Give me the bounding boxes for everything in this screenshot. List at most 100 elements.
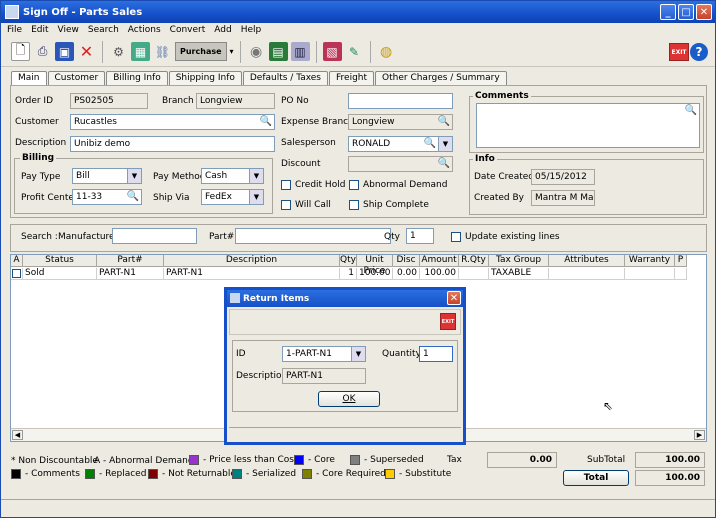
delete-icon[interactable]: ✕ — [77, 42, 96, 61]
tax-value: 0.00 — [529, 455, 552, 465]
menu-help[interactable]: Help — [241, 25, 262, 35]
dialog-id-dropdown-icon[interactable]: ▼ — [351, 347, 365, 361]
update-existing-checkbox[interactable]: Update existing lines — [451, 232, 560, 242]
comments-title: Comments — [473, 91, 531, 101]
grid-icon[interactable]: ▦ — [131, 42, 150, 61]
legend-item: - Price less than Cost — [189, 455, 298, 465]
comments-search-icon[interactable]: 🔍 — [685, 105, 697, 116]
menu-view[interactable]: View — [58, 25, 79, 35]
disc-icon[interactable]: ◉ — [247, 42, 266, 61]
col-a[interactable]: A — [11, 255, 23, 267]
tab-main[interactable]: Main — [11, 71, 47, 86]
profit-center-input[interactable]: 11-33 🔍 — [72, 189, 142, 205]
ship-via-select[interactable]: FedEx ▼ — [201, 189, 264, 205]
new-icon[interactable]: 🗋 — [11, 42, 30, 61]
edit-icon[interactable]: ✎ — [345, 42, 364, 61]
dialog-exit-button[interactable]: EXIT — [440, 313, 456, 330]
col-qty[interactable]: Qty — [340, 255, 357, 267]
menu-edit[interactable]: Edit — [31, 25, 48, 35]
description-label: Description — [15, 138, 67, 148]
pay-type-select[interactable]: Bill ▼ — [72, 168, 142, 184]
close-button[interactable]: ✕ — [696, 4, 712, 20]
customer-input[interactable]: Rucastles 🔍 — [70, 114, 275, 130]
col-status[interactable]: Status — [23, 255, 97, 267]
tab-customer[interactable]: Customer — [47, 71, 106, 85]
col-description[interactable]: Description — [164, 255, 340, 267]
tab-billing-info[interactable]: Billing Info — [106, 71, 168, 85]
dialog-ok-button[interactable]: OK — [318, 391, 380, 407]
tab-strip: Main Customer Billing Info Shipping Info… — [11, 71, 507, 86]
scroll-left-icon[interactable]: ◀ — [12, 430, 23, 440]
dialog-title: Return Items — [243, 293, 310, 304]
customer-search-icon[interactable]: 🔍 — [260, 116, 272, 127]
will-call-checkbox[interactable]: Will Call — [281, 200, 331, 210]
sheet-icon[interactable]: ▤ — [268, 42, 288, 61]
row-check-cell[interactable] — [11, 268, 23, 280]
col-attributes[interactable]: Attributes — [549, 255, 625, 267]
pay-type-dropdown-icon[interactable]: ▼ — [127, 169, 141, 183]
search-panel: Search : Manufacturer Part# Qty 1 Update… — [10, 224, 707, 252]
link-icon[interactable]: ⛓ — [153, 42, 172, 61]
tab-defaults-taxes[interactable]: Defaults / Taxes — [242, 71, 329, 85]
tab-freight[interactable]: Freight — [329, 71, 375, 85]
calculator-icon[interactable]: ▥ — [290, 42, 310, 61]
expense-branch-search-icon[interactable]: 🔍 — [438, 116, 450, 127]
abnormal-demand-checkbox[interactable]: Abnormal Demand — [349, 180, 447, 190]
credit-hold-checkbox[interactable]: Credit Hold — [281, 180, 345, 190]
salesperson-dropdown-icon[interactable]: ▼ — [438, 137, 452, 151]
manufacturer-input[interactable] — [112, 228, 197, 244]
pay-type-value: Bill — [76, 171, 90, 181]
grid-header: A Status Part# Description Qty Unit Pric… — [11, 255, 687, 276]
col-tax-group[interactable]: Tax Group — [489, 255, 549, 267]
row-p — [675, 268, 687, 280]
col-rqty[interactable]: R.Qty — [459, 255, 489, 267]
legend-swatch — [85, 469, 95, 479]
purchase-button[interactable]: Purchase — [175, 42, 227, 61]
salesperson-input[interactable]: RONALD 🔍 ▼ — [348, 136, 453, 152]
ops-icon[interactable]: ⚙ — [109, 42, 128, 61]
col-part[interactable]: Part# — [97, 255, 164, 267]
menu-add[interactable]: Add — [214, 25, 231, 35]
ship-complete-checkbox[interactable]: Ship Complete — [349, 200, 429, 210]
qty-input[interactable]: 1 — [406, 228, 434, 244]
pay-method-select[interactable]: Cash ▼ — [201, 168, 264, 184]
save-icon[interactable]: ▣ — [55, 42, 74, 61]
customer-label: Customer — [15, 117, 59, 127]
col-p[interactable]: P — [675, 255, 687, 267]
dialog-exit-label: EXIT — [441, 318, 455, 325]
ship-via-dropdown-icon[interactable]: ▼ — [249, 190, 263, 204]
part-search-input[interactable] — [235, 228, 391, 244]
dialog-close-button[interactable]: ✕ — [447, 291, 461, 305]
menu-search[interactable]: Search — [88, 25, 119, 35]
menu-convert[interactable]: Convert — [170, 25, 206, 35]
col-unit-price[interactable]: Unit Price — [357, 255, 393, 276]
col-disc[interactable]: Disc — [393, 255, 420, 267]
profit-center-search-icon[interactable]: 🔍 — [127, 191, 139, 202]
comments-input[interactable]: 🔍 — [476, 103, 700, 148]
help-icon[interactable]: ? — [690, 43, 708, 61]
menu-actions[interactable]: Actions — [128, 25, 161, 35]
report-icon[interactable]: ▧ — [322, 42, 342, 61]
total-button[interactable]: Total — [563, 470, 629, 486]
discount-search-icon[interactable]: 🔍 — [438, 158, 450, 169]
dialog-id-select[interactable]: 1-PART-N1 ▼ — [282, 346, 366, 362]
print-icon[interactable]: ⎙ — [33, 42, 52, 61]
description-input[interactable]: Unibiz demo — [70, 136, 275, 152]
coins-icon[interactable]: ◍ — [377, 42, 396, 61]
minimize-button[interactable]: _ — [660, 4, 676, 20]
col-amount[interactable]: Amount — [420, 255, 459, 267]
scroll-right-icon[interactable]: ▶ — [694, 430, 705, 440]
menu-file[interactable]: File — [7, 25, 22, 35]
po-no-input[interactable] — [348, 93, 453, 109]
col-warranty[interactable]: Warranty — [625, 255, 675, 267]
tab-other-charges[interactable]: Other Charges / Summary — [375, 71, 507, 85]
maximize-button[interactable]: □ — [678, 4, 694, 20]
exit-button[interactable]: EXIT — [669, 43, 689, 61]
pay-method-dropdown-icon[interactable]: ▼ — [249, 169, 263, 183]
table-row[interactable]: Sold PART-N1 PART-N1 1 100.00 0.00 100.0… — [11, 268, 687, 280]
dialog-quantity-input[interactable]: 1 — [419, 346, 453, 362]
purchase-dropdown-icon[interactable]: ▾ — [230, 47, 234, 56]
salesperson-search-icon[interactable]: 🔍 — [424, 138, 436, 149]
tab-shipping-info[interactable]: Shipping Info — [168, 71, 242, 85]
total-value: 100.00 — [665, 473, 700, 483]
